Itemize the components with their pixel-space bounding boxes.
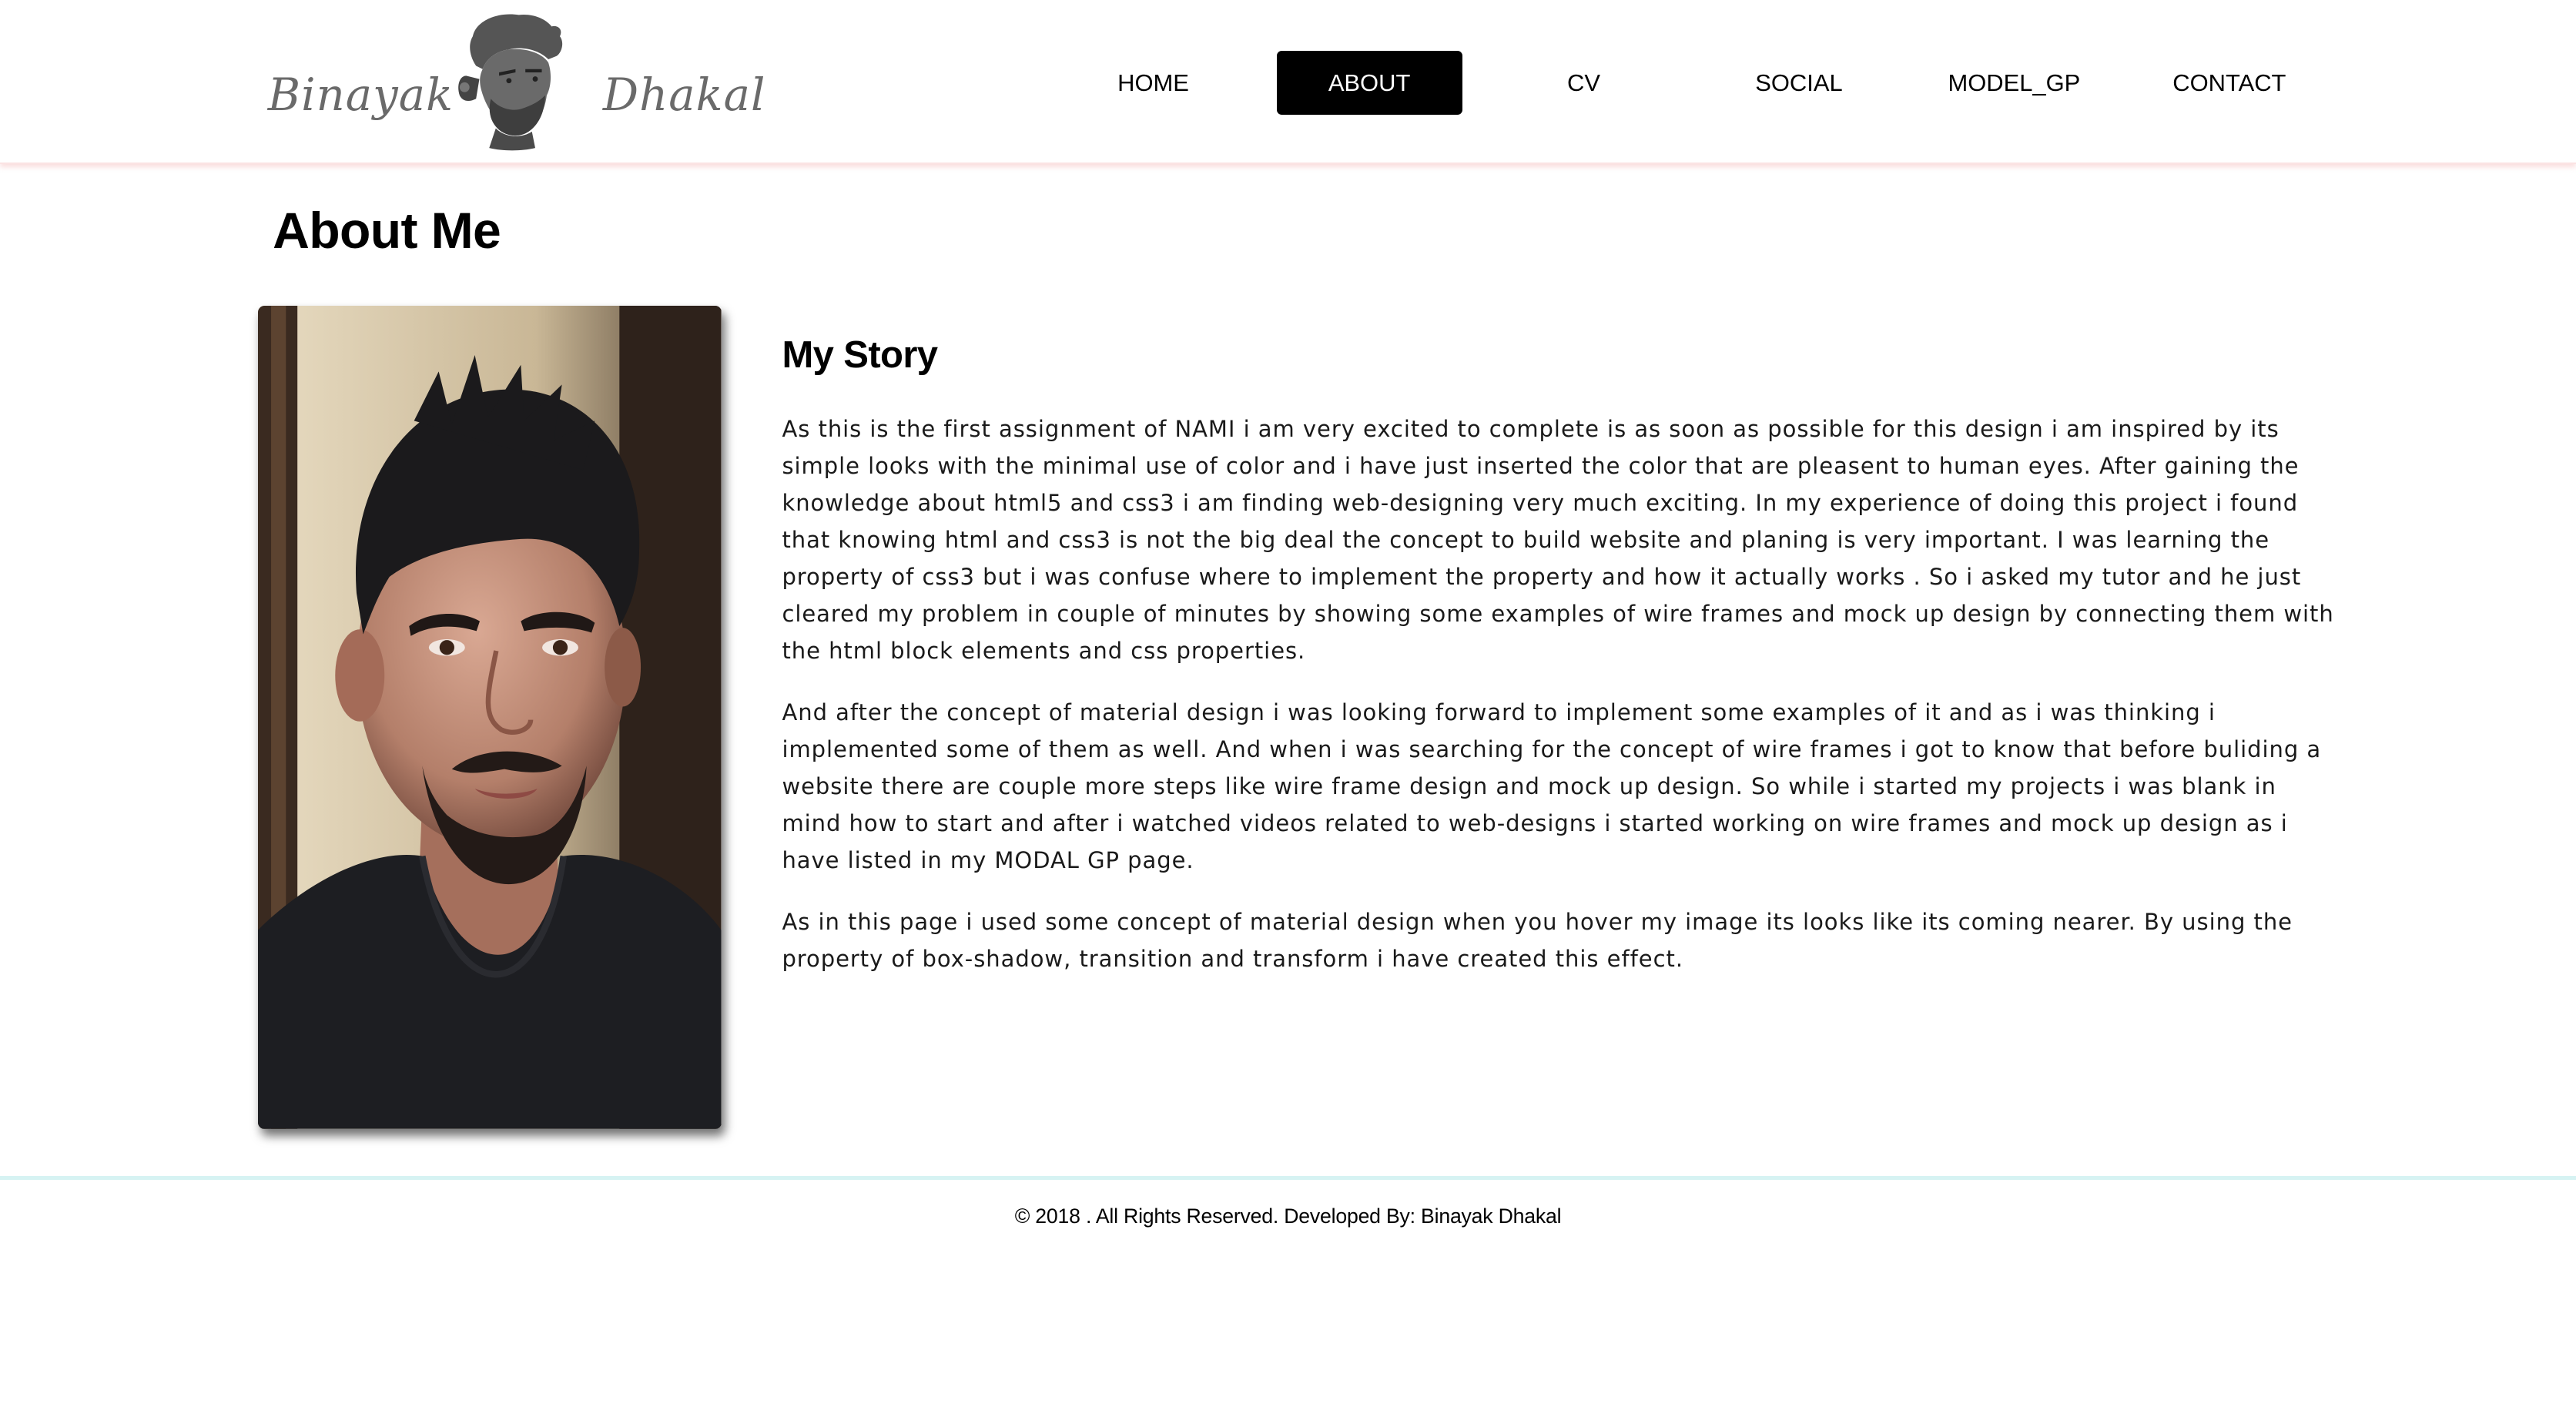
story-paragraph-2: And after the concept of material design… (782, 699, 2322, 874)
footer-divider (0, 1176, 2576, 1180)
story-body: As this is the first assignment of NAMI … (782, 410, 2334, 1002)
nav-item-about[interactable]: ABOUT (1276, 51, 1462, 116)
nav-item-social[interactable]: SOCIAL (1697, 51, 1901, 115)
logo-last-name: Dhakal (602, 69, 766, 121)
story-heading: My Story (782, 334, 938, 377)
page-title: About Me (273, 203, 501, 260)
profile-photo[interactable] (257, 305, 722, 1129)
portrait-silhouette-icon (458, 14, 563, 151)
logo-first-name: Binayak (267, 69, 454, 121)
nav-item-cv[interactable]: CV (1482, 51, 1686, 115)
nav-item-model-gp[interactable]: MODEL_GP (1912, 51, 2116, 115)
nav-item-contact[interactable]: CONTACT (2128, 51, 2332, 115)
site-logo[interactable]: Binayak Dhakal (263, 10, 765, 155)
nav-item-home[interactable]: HOME (1051, 51, 1255, 115)
story-paragraph-3: As in this page i used some concept of m… (782, 909, 2293, 973)
footer-copyright: © 2018 . All Rights Reserved. Developed … (1014, 1204, 1562, 1228)
story-paragraph-1: As this is the first assignment of NAMI … (782, 416, 2334, 665)
page: Binayak Dhakal HOME ABOUT CV SOCIAL MODE… (0, 0, 2576, 1424)
site-header: Binayak Dhakal HOME ABOUT CV SOCIAL MODE… (0, 0, 2576, 165)
profile-photo-image (257, 305, 722, 1129)
